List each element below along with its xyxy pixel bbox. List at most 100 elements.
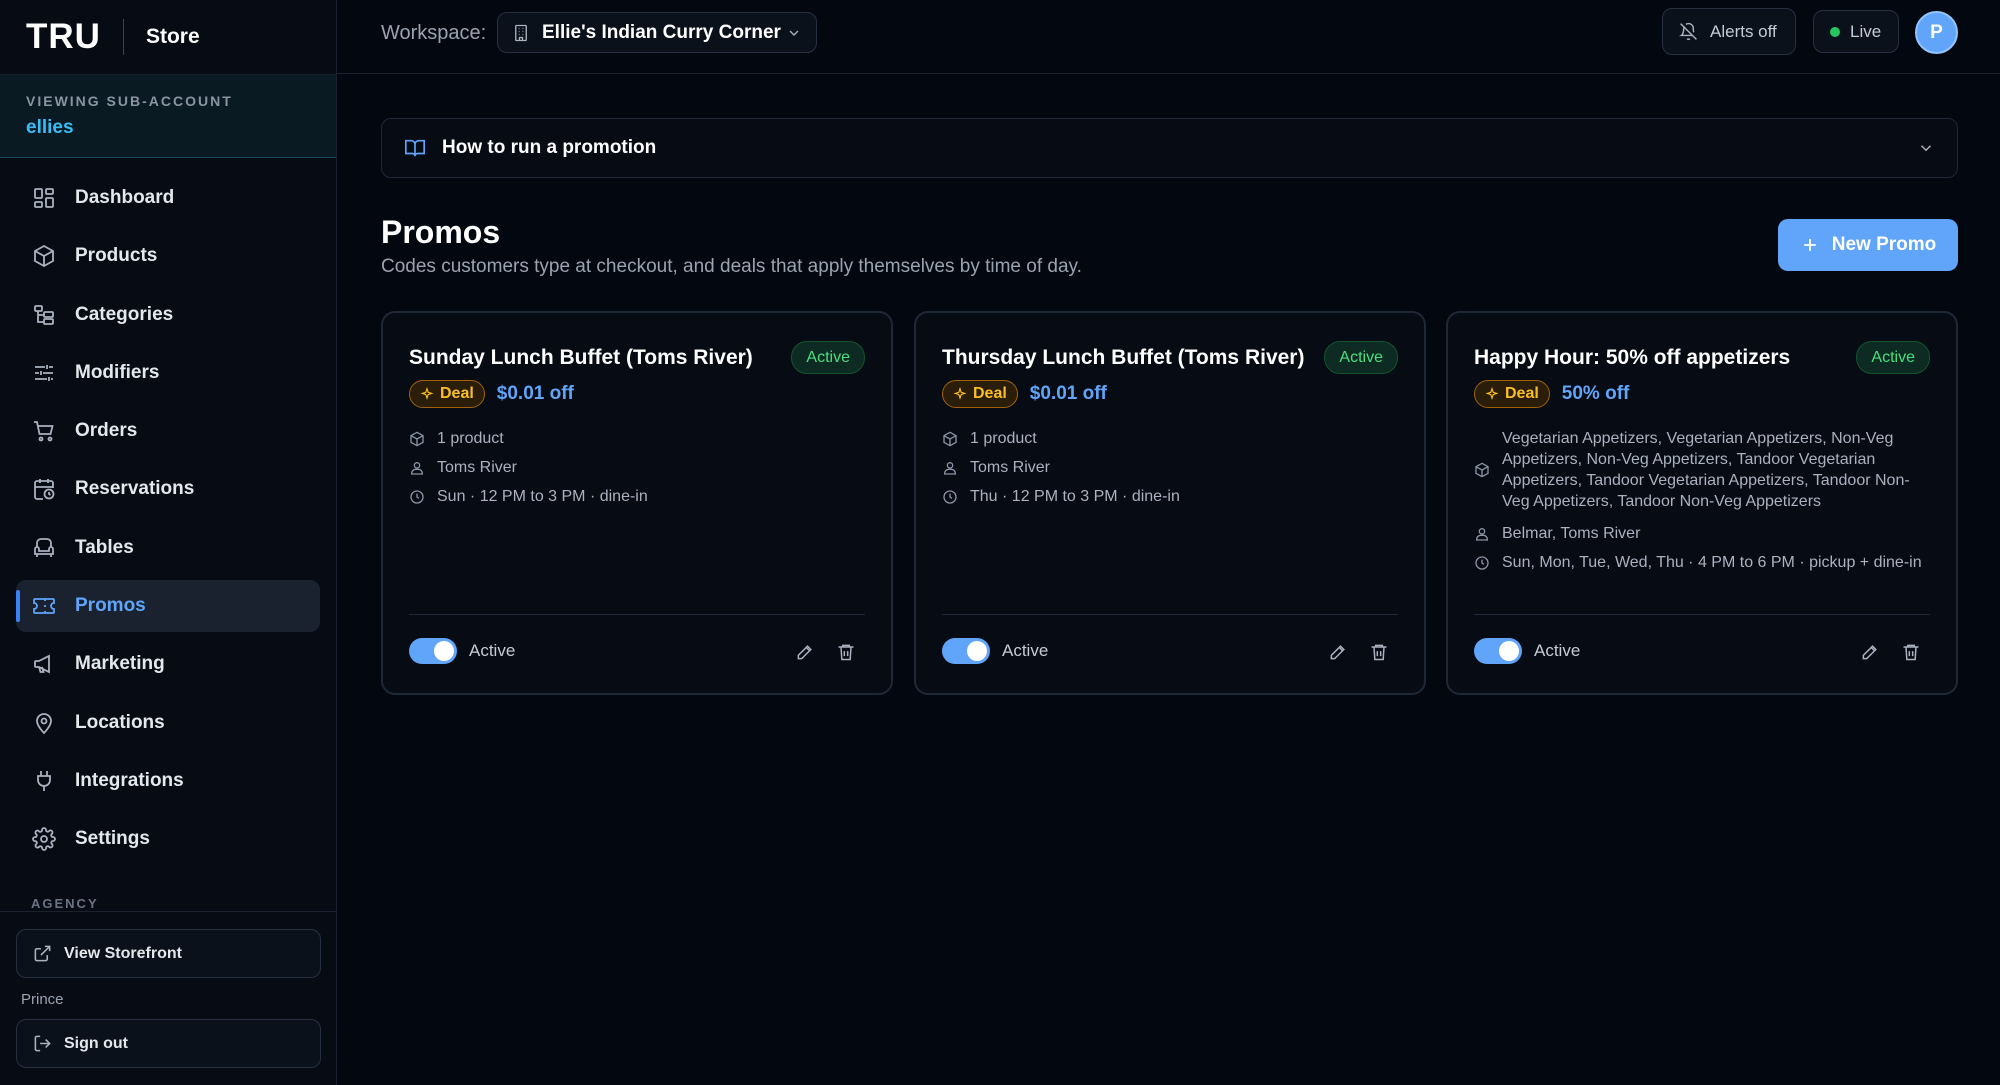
promo-locations: Belmar, Toms River [1474, 523, 1930, 544]
alerts-toggle-button[interactable]: Alerts off [1662, 8, 1796, 55]
armchair-icon [34, 537, 54, 557]
sidebar-item-integrations[interactable]: Integrations [16, 755, 320, 807]
sidebar-item-modifiers[interactable]: Modifiers [16, 347, 320, 399]
box-icon [943, 431, 957, 446]
workspace-select[interactable]: Ellie's Indian Curry Corner [497, 12, 817, 53]
edit-icon[interactable] [1860, 642, 1880, 662]
promo-active-toggle[interactable] [409, 638, 457, 664]
chevron-down-icon [1920, 145, 1932, 152]
brand[interactable]: TRU Store [0, 0, 336, 74]
deal-badge: Deal [942, 380, 1018, 408]
categories-icon [34, 304, 54, 325]
agency-section-label: AGENCY [31, 896, 99, 911]
trash-icon[interactable] [1901, 642, 1921, 662]
status-badge: Active [791, 341, 865, 374]
sidebar-item-label: Categories [75, 303, 174, 325]
sidebar-item-dashboard[interactable]: Dashboard [16, 172, 320, 224]
clock-icon [943, 489, 957, 504]
promo-card: Thursday Lunch Buffet (Toms River) Activ… [914, 311, 1426, 695]
sidebar-item-label: Products [75, 245, 158, 267]
deal-badge: Deal [1474, 380, 1550, 408]
box-icon [410, 431, 424, 446]
card-divider [1474, 614, 1930, 615]
brand-section: Store [145, 25, 200, 48]
bell-off-icon [1679, 22, 1697, 41]
alerts-label: Alerts off [1710, 21, 1777, 41]
sidebar-item-reservations[interactable]: Reservations [16, 463, 320, 515]
status-badge: Active [1324, 341, 1398, 374]
avatar[interactable]: P [1915, 11, 1958, 54]
sidebar-item-categories[interactable]: Categories [16, 289, 320, 341]
map-pin-icon [36, 712, 52, 734]
view-storefront-label: View Storefront [64, 944, 182, 962]
sidebar-item-marketing[interactable]: Marketing [16, 638, 320, 690]
sign-out-button[interactable]: Sign out [16, 1019, 321, 1068]
promo-locations: Toms River [409, 457, 865, 478]
plus-icon [1803, 239, 1816, 251]
sidebar-item-products[interactable]: Products [16, 230, 320, 282]
sidebar: TRU Store VIEWING SUB-ACCOUNT ellies Das… [0, 0, 337, 1085]
sparkle-icon [953, 387, 967, 400]
sidebar-item-settings[interactable]: Settings [16, 813, 320, 865]
promo-schedule: Sun · 12 PM to 3 PM · dine-in [409, 486, 865, 507]
promo-deal-row: Deal 50% off [1474, 380, 1629, 408]
promo-products-text: 1 product [970, 430, 1037, 447]
card-divider [942, 614, 1398, 615]
promo-locations-text: Toms River [437, 459, 518, 476]
trash-icon[interactable] [1369, 642, 1389, 662]
promo-products-text: 1 product [437, 430, 504, 447]
sidebar-item-label: Promos [75, 595, 146, 617]
subaccount-name: ellies [26, 117, 74, 138]
promo-locations-text: Belmar, Toms River [1502, 525, 1641, 542]
sidebar-item-label: Reservations [75, 478, 195, 500]
user-icon [944, 461, 956, 475]
promo-active-toggle[interactable] [1474, 638, 1522, 664]
promo-locations-text: Toms River [970, 459, 1051, 476]
sliders-icon [35, 364, 53, 381]
sidebar-item-label: Orders [75, 420, 138, 442]
deal-type: Deal [440, 385, 474, 402]
sidebar-item-locations[interactable]: Locations [16, 697, 320, 749]
edit-icon[interactable] [1328, 642, 1348, 662]
promo-schedule: Sun, Mon, Tue, Wed, Thu · 4 PM to 6 PM ·… [1474, 552, 1930, 573]
toggle-label: Active [1002, 641, 1049, 660]
edit-icon[interactable] [795, 642, 815, 662]
plug-icon [37, 770, 51, 791]
page-title: Promos [381, 214, 501, 250]
page-subtitle: Codes customers type at checkout, and de… [381, 256, 1082, 277]
dashboard-icon [34, 188, 54, 208]
promo-products-text: Vegetarian Appetizers, Vegetarian Appeti… [1502, 430, 1910, 510]
sidebar-item-orders[interactable]: Orders [16, 405, 320, 457]
sidebar-item-label: Dashboard [75, 187, 175, 208]
trash-icon[interactable] [836, 642, 856, 662]
subaccount-label: VIEWING SUB-ACCOUNT [26, 93, 233, 109]
deal-value: 50% off [1561, 383, 1630, 404]
workspace-label: Workspace: [381, 22, 487, 44]
promo-products: 1 product [942, 428, 1398, 449]
megaphone-icon [34, 654, 50, 674]
promo-products: Vegetarian Appetizers, Vegetarian Appeti… [1474, 428, 1930, 512]
promo-title: Thursday Lunch Buffet (Toms River) [942, 346, 1305, 369]
promo-active-toggle[interactable] [942, 638, 990, 664]
cart-icon [34, 421, 54, 442]
sidebar-item-label: Modifiers [75, 361, 160, 383]
sidebar-divider [0, 911, 337, 912]
toggle-label: Active [1534, 641, 1581, 660]
gear-icon [32, 827, 56, 852]
brand-logo: TRU [26, 17, 101, 56]
deal-badge: Deal [409, 380, 485, 408]
promo-deal-row: Deal $0.01 off [409, 380, 574, 408]
sidebar-item-promos[interactable]: Promos [16, 580, 320, 633]
sidebar-item-tables[interactable]: Tables [16, 522, 320, 574]
status-badge: Active [1856, 341, 1930, 374]
book-open-icon [405, 139, 425, 157]
promo-title: Happy Hour: 50% off appetizers [1474, 346, 1791, 369]
building-icon [515, 24, 527, 41]
how-to-accordion[interactable]: How to run a promotion [381, 118, 1958, 178]
view-storefront-button[interactable]: View Storefront [16, 929, 321, 978]
ticket-icon [33, 598, 55, 614]
promo-schedule-text: Thu · 12 PM to 3 PM · dine-in [970, 488, 1180, 505]
live-status-button[interactable]: Live [1813, 10, 1899, 53]
new-promo-button[interactable]: New Promo [1778, 219, 1958, 271]
external-link-icon [34, 945, 51, 962]
